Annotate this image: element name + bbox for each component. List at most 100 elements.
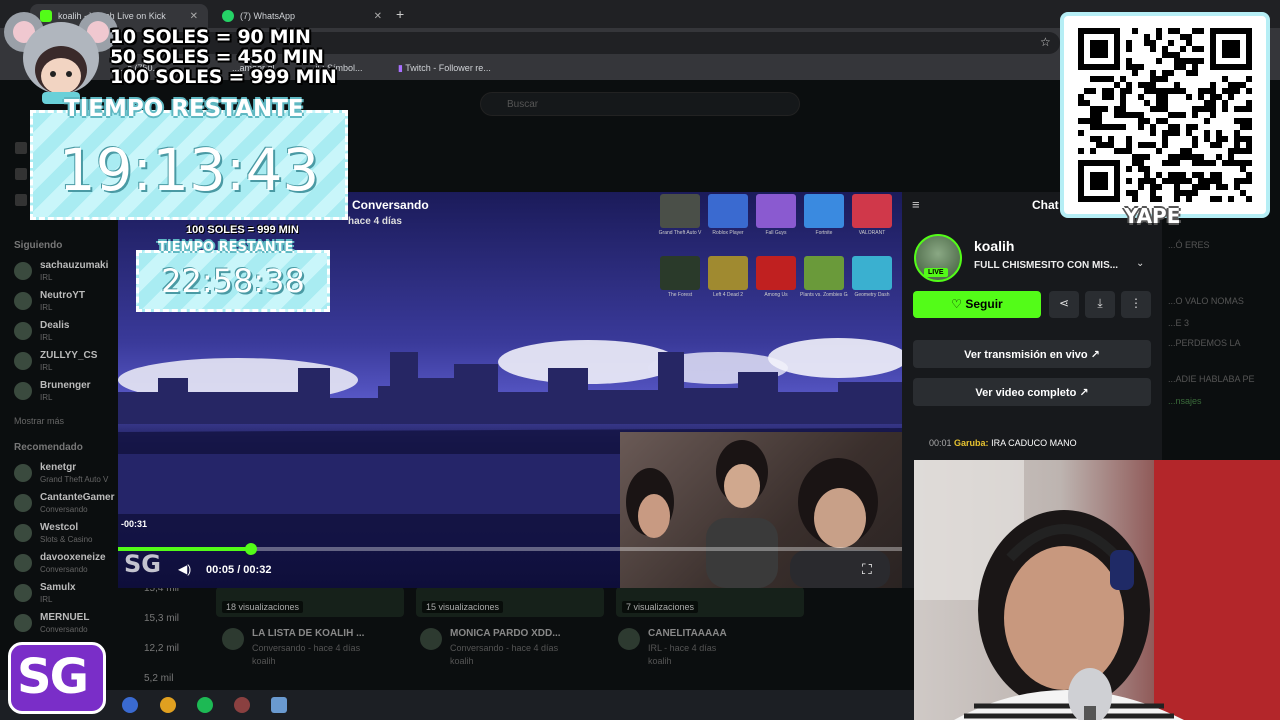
qr-module <box>1216 130 1222 136</box>
sidebar-channel[interactable]: davooxeneize Conversando <box>14 550 118 578</box>
game-name: Roblox Player <box>712 230 744 236</box>
sg-logo: SG <box>8 642 106 714</box>
game-tile <box>852 256 892 290</box>
bookmark-star-icon[interactable]: ☆ <box>1040 35 1051 49</box>
home-icon[interactable] <box>15 142 27 154</box>
qr-module <box>1216 94 1222 100</box>
qr-module <box>1186 124 1192 130</box>
sidebar-channel[interactable]: sachauzumaki IRL <box>14 258 118 286</box>
sidebar-channel[interactable]: Dealis IRL <box>14 318 118 346</box>
qr-module <box>1192 160 1198 166</box>
fullscreen-icon[interactable]: ⛶ <box>862 561 872 578</box>
qr-module <box>1132 190 1138 196</box>
qr-module <box>1156 184 1162 190</box>
app-icon[interactable] <box>122 697 138 713</box>
qr-module <box>1222 106 1228 112</box>
inner-timer-value: 22:58:38 <box>161 262 305 300</box>
inner-timer-label: TIEMPO RESTANTE <box>158 240 294 255</box>
close-icon[interactable]: ✕ <box>374 11 382 22</box>
volume-icon[interactable]: ◀) <box>178 562 191 576</box>
qr-module <box>1186 94 1192 100</box>
show-more-link[interactable]: Mostrar más <box>14 416 64 426</box>
streamer-name[interactable]: koalih <box>974 238 1014 254</box>
game-name: Plants vs. Zombies Game of the Year <box>800 292 848 298</box>
qr-module <box>1108 124 1114 130</box>
chat-username[interactable]: Garuba: <box>954 438 989 448</box>
video-cards: 18 visualizaciones 15 visualizaciones 7 … <box>216 587 806 617</box>
avatar <box>14 614 32 632</box>
webcam-feed <box>914 460 1280 720</box>
seek-bar[interactable] <box>118 543 902 555</box>
sidebar-channel[interactable]: NeutroYT IRL <box>14 288 118 316</box>
watch-full-video-button[interactable]: Ver video completo ↗ <box>913 378 1151 406</box>
video-player[interactable]: Conversando hace 4 días 100 SOLES = 999 … <box>118 192 902 588</box>
video-info[interactable]: CANELITAAAAA IRL - hace 4 días koalih <box>618 628 798 678</box>
qr-module <box>1168 40 1174 46</box>
app-icon[interactable] <box>271 697 287 713</box>
avatar <box>14 494 32 512</box>
tab-whatsapp[interactable]: (7) WhatsApp ✕ <box>212 4 392 28</box>
game-tile <box>708 194 748 228</box>
share-button[interactable]: ⋖ <box>1049 291 1079 318</box>
sidebar-channel[interactable]: Samulx IRL <box>14 580 118 608</box>
qr-module <box>1192 124 1198 130</box>
game-tile <box>708 256 748 290</box>
qr-module <box>1156 172 1162 178</box>
timer-label: TIEMPO RESTANTE <box>64 96 304 122</box>
heart-icon[interactable] <box>15 194 27 206</box>
qr-module <box>1192 64 1198 70</box>
qr-module <box>1162 160 1168 166</box>
follow-label: Seguir <box>965 297 1003 311</box>
bookmark-item[interactable]: ▮ Twitch - Follower re... <box>398 63 491 74</box>
video-info[interactable]: LA LISTA DE KOALIH ... Conversando - hace… <box>222 628 402 678</box>
sidebar-channel[interactable]: CantanteGamer Conversando <box>14 490 118 518</box>
qr-module <box>1234 106 1240 112</box>
sidebar-channel[interactable]: MERNUEL Conversando <box>14 610 118 638</box>
sidebar-channel[interactable]: Westcol Slots & Casino <box>14 520 118 548</box>
sidebar-channel[interactable]: kenetgr Grand Theft Auto V <box>14 460 118 488</box>
browse-icon[interactable] <box>15 168 27 180</box>
qr-module <box>1246 178 1252 184</box>
qr-module <box>1246 142 1252 148</box>
bookmark-label: Twitch - Follower re... <box>405 63 491 73</box>
qr-module <box>1126 148 1132 154</box>
channel-category: Slots & Casino <box>40 535 93 544</box>
qr-module <box>1210 82 1216 88</box>
video-info[interactable]: MONICA PARDO XDD... Conversando - hace 4 … <box>420 628 600 678</box>
seek-handle[interactable] <box>245 543 257 555</box>
close-icon[interactable]: ✕ <box>190 11 198 22</box>
qr-module <box>1090 112 1096 118</box>
follow-button[interactable]: ♡ Seguir <box>913 291 1041 318</box>
qr-module <box>1102 106 1108 112</box>
channel-category: IRL <box>40 273 53 282</box>
qr-module <box>1144 88 1150 94</box>
qr-module <box>1228 88 1234 94</box>
sidebar-channel[interactable]: ZULLYY_CS IRL <box>14 348 118 376</box>
game-name: VALORANT <box>858 230 886 236</box>
qr-module <box>1240 118 1246 124</box>
sidebar-channel[interactable]: Brunenger IRL <box>14 378 118 406</box>
qr-module <box>1150 76 1156 82</box>
download-button[interactable]: ⤓ <box>1085 291 1115 318</box>
watch-live-button[interactable]: Ver transmisión en vivo ↗ <box>913 340 1151 368</box>
qr-module <box>1156 106 1162 112</box>
more-icon: ⋮ <box>1130 296 1142 310</box>
chrome-icon[interactable] <box>160 697 176 713</box>
search-input[interactable]: Buscar <box>480 92 800 116</box>
collapse-chat-icon[interactable]: ≡ <box>912 197 920 212</box>
twitch-icon: ▮ <box>398 63 403 73</box>
new-tab-button[interactable]: + <box>396 6 404 22</box>
qr-module <box>1180 58 1186 64</box>
qr-module <box>1240 160 1246 166</box>
video-card[interactable]: 15 visualizaciones <box>416 587 604 617</box>
app-icon[interactable] <box>234 697 250 713</box>
qr-module <box>1174 196 1180 202</box>
more-options-button[interactable]: ⋮ <box>1121 291 1151 318</box>
qr-module <box>1198 184 1204 190</box>
video-card[interactable]: 18 visualizaciones <box>216 587 404 617</box>
video-user: koalih <box>450 656 474 666</box>
spotify-icon[interactable] <box>197 697 213 713</box>
video-card[interactable]: 7 visualizaciones <box>616 587 804 617</box>
qr-module <box>1192 190 1198 196</box>
chevron-down-icon[interactable]: ⌄ <box>1136 258 1144 269</box>
